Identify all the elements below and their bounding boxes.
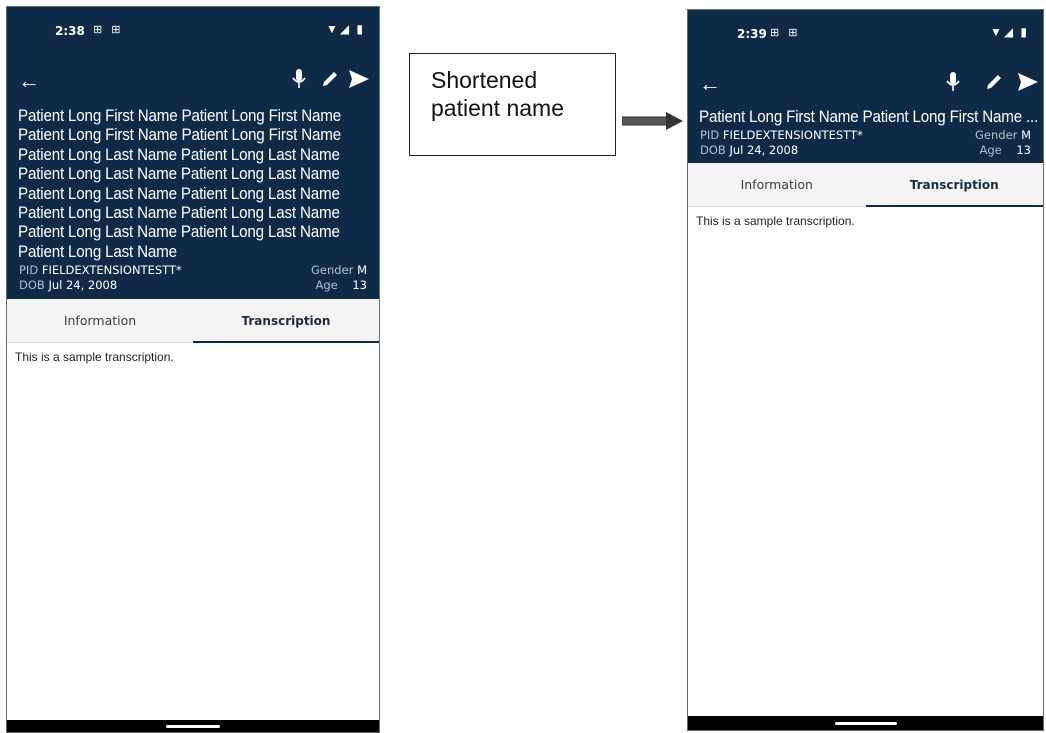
patient-name-truncated: Patient Long First Name Patient Long Fir…: [699, 108, 1039, 126]
dob-value: Jul 24, 2008: [48, 278, 118, 293]
status-bar: 2:38 ⊞ ⊞ ▼◢ ▮: [7, 7, 379, 57]
dob-label: DOB: [700, 143, 726, 158]
toolbar: ←: [688, 60, 1043, 108]
pid-row: PID FIELDEXTENSIONTESTT* Gender M: [7, 263, 379, 278]
gender-label: Gender: [975, 128, 1018, 143]
tab-information[interactable]: Information: [688, 163, 866, 206]
patient-header: 2:38 ⊞ ⊞ ▼◢ ▮ ← Patient Long First Name …: [7, 7, 379, 300]
arrow-right-icon: [622, 112, 683, 130]
gender-value: M: [1021, 128, 1031, 143]
age-label: Age: [315, 278, 338, 293]
tab-bar: Information Transcription: [7, 299, 379, 344]
age-value: 13: [1016, 143, 1031, 158]
callout-line-2: patient name: [431, 95, 564, 121]
pid-label: PID: [19, 263, 39, 278]
tab-bar: Information Transcription: [688, 163, 1044, 208]
patient-header: 2:39 ⊞ ⊞ ▼◢ ▮ ← Patient Long First Name …: [688, 10, 1043, 164]
phone-screen-right: 2:39 ⊞ ⊞ ▼◢ ▮ ← Patient Long First Name …: [687, 9, 1044, 731]
dob-row: DOB Jul 24, 2008 Age 13: [688, 143, 1043, 163]
tab-information[interactable]: Information: [7, 299, 193, 342]
signal-battery-icons: ▼◢ ▮: [989, 25, 1029, 39]
notification-icons: ⊞ ⊞: [770, 27, 801, 39]
arrow-left-icon[interactable]: ←: [699, 71, 721, 97]
navigation-bar: [688, 716, 1043, 730]
notification-icons: ⊞ ⊞: [93, 24, 124, 36]
age-value: 13: [352, 278, 367, 293]
age-label: Age: [979, 143, 1002, 158]
pencil-icon[interactable]: [982, 70, 1006, 94]
dob-value: Jul 24, 2008: [729, 143, 799, 158]
dob-label: DOB: [19, 278, 45, 293]
gender-field: Gender M: [975, 128, 1031, 142]
signal-battery-icons: ▼◢ ▮: [325, 22, 365, 36]
arrow-left-icon[interactable]: ←: [18, 68, 40, 94]
home-handle[interactable]: [834, 722, 897, 725]
age-field: Age 13: [979, 143, 1031, 157]
microphone-icon[interactable]: [287, 67, 311, 91]
pid-value: FIELDEXTENSIONTESTT*: [41, 263, 182, 278]
pid-value: FIELDEXTENSIONTESTT*: [722, 128, 863, 143]
microphone-icon[interactable]: [941, 70, 965, 94]
send-icon[interactable]: [347, 67, 371, 91]
status-time: 2:38: [55, 24, 85, 38]
navigation-bar: [7, 720, 379, 732]
home-handle[interactable]: [166, 725, 220, 728]
pencil-icon[interactable]: [318, 67, 342, 91]
pid-row: PID FIELDEXTENSIONTESTT* Gender M: [688, 128, 1043, 143]
age-field: Age 13: [315, 278, 367, 292]
phone-screen-left: 2:38 ⊞ ⊞ ▼◢ ▮ ← Patient Long First Name …: [6, 6, 380, 733]
send-icon[interactable]: [1016, 70, 1040, 94]
gender-value: M: [357, 263, 367, 278]
toolbar: ←: [7, 57, 379, 107]
dob-row: DOB Jul 24, 2008 Age 13: [7, 278, 379, 299]
patient-name: Patient Long First Name Patient Long Fir…: [18, 107, 341, 261]
status-time: 2:39: [737, 27, 767, 41]
tab-transcription[interactable]: Transcription: [865, 163, 1044, 208]
tab-transcription[interactable]: Transcription: [193, 299, 379, 344]
annotation-callout: Shortened patient name: [409, 53, 616, 156]
gender-label: Gender: [311, 263, 354, 278]
gender-field: Gender M: [311, 263, 367, 277]
transcription-text: This is a sample transcription.: [15, 350, 174, 365]
callout-line-1: Shortened: [431, 67, 538, 93]
status-bar: 2:39 ⊞ ⊞ ▼◢ ▮: [688, 10, 1043, 60]
transcription-text: This is a sample transcription.: [696, 214, 855, 229]
pid-label: PID: [700, 128, 720, 143]
